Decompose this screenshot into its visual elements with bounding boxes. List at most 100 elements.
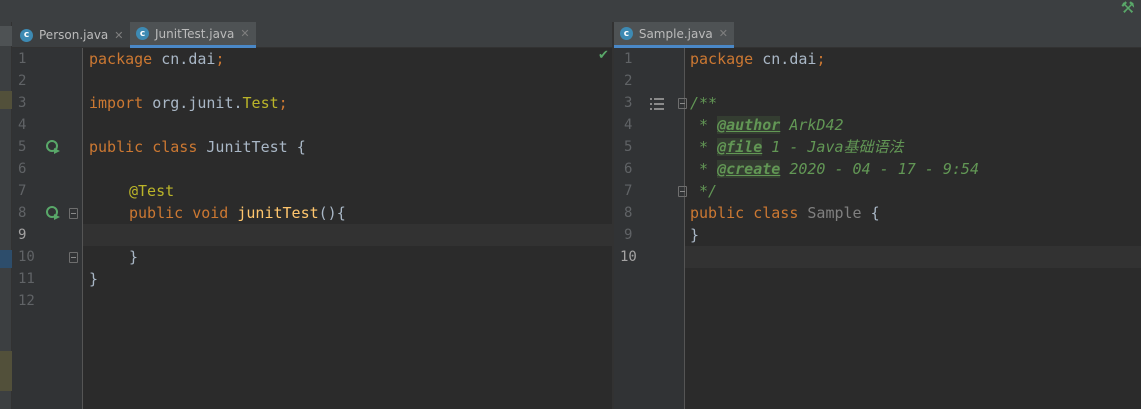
brace: } [690,226,700,244]
import-path: org.junit. [143,94,243,112]
keyword: package [89,50,153,68]
doc-tag: @create [717,160,781,178]
fold-marker-icon[interactable] [69,252,78,263]
right-code-editor[interactable]: 1 2 3 4 5 6 7 8 9 10 package cn.dai; /**… [614,48,1141,409]
run-test-icon[interactable] [44,202,62,224]
line-number: 5 [624,139,633,155]
line-number: 8 [624,205,633,221]
code-line: */ [690,180,717,202]
package-name: cn.dai [152,50,216,68]
code-line: } [129,246,138,268]
line-number: 10 [620,249,637,265]
doc-value: ArkD42 [780,116,844,134]
brace: } [89,270,99,288]
left-tab-bar: c Person.java ✕ c JunitTest.java ✕ [12,22,612,48]
package-name: cn.dai [753,50,817,68]
semicolon: ; [816,50,826,68]
doc-comment-close: */ [690,182,718,200]
code-line: import org.junit.Test; [89,92,288,114]
render-doc-icon[interactable] [650,96,664,110]
class-icon: c [620,27,633,40]
line-number: 1 [18,51,27,67]
fold-marker-icon[interactable] [69,208,78,219]
doc-star: * [690,160,718,178]
method-params: (){ [318,204,346,222]
keyword: import [89,94,144,112]
tab-label: Person.java [39,28,109,42]
code-line: * @create 2020 - 04 - 17 - 9:54 [690,158,979,180]
doc-tag: @file [717,138,763,156]
tab-label: Sample.java [638,26,713,41]
brace: } [129,248,139,266]
close-icon[interactable]: ✕ [114,29,123,42]
keyword: public void [129,204,229,222]
keyword: public class [690,204,799,222]
left-editor-pane: c Person.java ✕ c JunitTest.java ✕ 1 2 3… [12,22,612,409]
line-number: 3 [624,95,633,111]
fold-marker-icon[interactable] [678,98,687,109]
keyword: package [690,50,754,68]
code-line: public class JunitTest { [89,136,306,158]
top-toolbar: ⚒ [0,0,1141,22]
right-editor-pane: c Sample.java ✕ 1 2 3 4 5 6 7 8 9 10 pac… [614,22,1141,409]
code-line: /** [690,92,717,114]
line-number: 1 [624,51,633,67]
line-number: 5 [18,139,27,155]
line-number: 2 [624,73,633,89]
strip-marker [0,250,12,268]
code-line: * @author ArkD42 [690,114,844,136]
line-number: 8 [18,205,27,221]
method-name: junitTest [228,204,319,222]
fold-marker-icon[interactable] [678,186,687,197]
code-line: } [89,268,98,290]
build-hammer-icon[interactable]: ⚒ [1121,0,1135,17]
tab-junittest-java[interactable]: c JunitTest.java ✕ [130,22,256,48]
check-mark-icon[interactable]: ✔ [598,48,609,63]
tab-person-java[interactable]: c Person.java ✕ [14,22,130,48]
doc-value: 1 - Java基础语法 [762,138,904,156]
semicolon: ; [215,50,225,68]
import-class: Test [242,94,279,112]
semicolon: ; [278,94,288,112]
line-number: 9 [624,227,633,243]
tab-sample-java[interactable]: c Sample.java ✕ [614,22,734,48]
line-number: 2 [18,73,27,89]
run-test-icon[interactable] [44,136,62,158]
code-line: } [690,224,699,246]
close-icon[interactable]: ✕ [719,27,728,40]
right-tab-bar: c Sample.java ✕ [614,22,1141,48]
line-number: 4 [18,117,27,133]
class-name: Sample [798,204,862,222]
annotation: @Test [129,182,175,200]
doc-value: 2020 - 04 - 17 - 9:54 [780,160,979,178]
strip-marker[interactable] [0,26,12,46]
doc-tag: @author [717,116,781,134]
code-line: * @file 1 - Java基础语法 [690,136,904,158]
line-number: 6 [624,161,633,177]
doc-star: * [690,116,718,134]
line-number: 11 [18,271,35,287]
code-area[interactable]: package cn.dai; /** * @author ArkD42 * @… [690,48,1138,409]
class-icon: c [20,28,33,42]
strip-marker [0,351,12,391]
code-area[interactable]: package cn.dai; import org.junit.Test; p… [89,48,609,409]
line-number: 6 [18,161,27,177]
line-gutter: 1 2 3 4 5 6 7 8 9 10 [614,48,687,409]
code-line: public class Sample { [690,202,880,224]
class-icon: c [136,27,149,40]
code-line: @Test [129,180,174,202]
line-number: 4 [624,117,633,133]
line-gutter: 1 2 3 4 5 6 7 8 9 10 11 12 [12,48,83,409]
tab-label: JunitTest.java [155,26,235,41]
code-line: package cn.dai; [690,48,825,70]
line-number: 9 [18,227,27,243]
brace: { [861,204,880,222]
close-icon[interactable]: ✕ [240,27,249,40]
line-number: 12 [18,293,35,309]
left-code-editor[interactable]: 1 2 3 4 5 6 7 8 9 10 11 12 package cn.da… [12,48,612,409]
line-number: 7 [624,183,633,199]
code-line: package cn.dai; [89,48,224,70]
keyword: public class [89,138,198,156]
strip-marker [0,91,12,109]
line-number: 10 [18,249,35,265]
